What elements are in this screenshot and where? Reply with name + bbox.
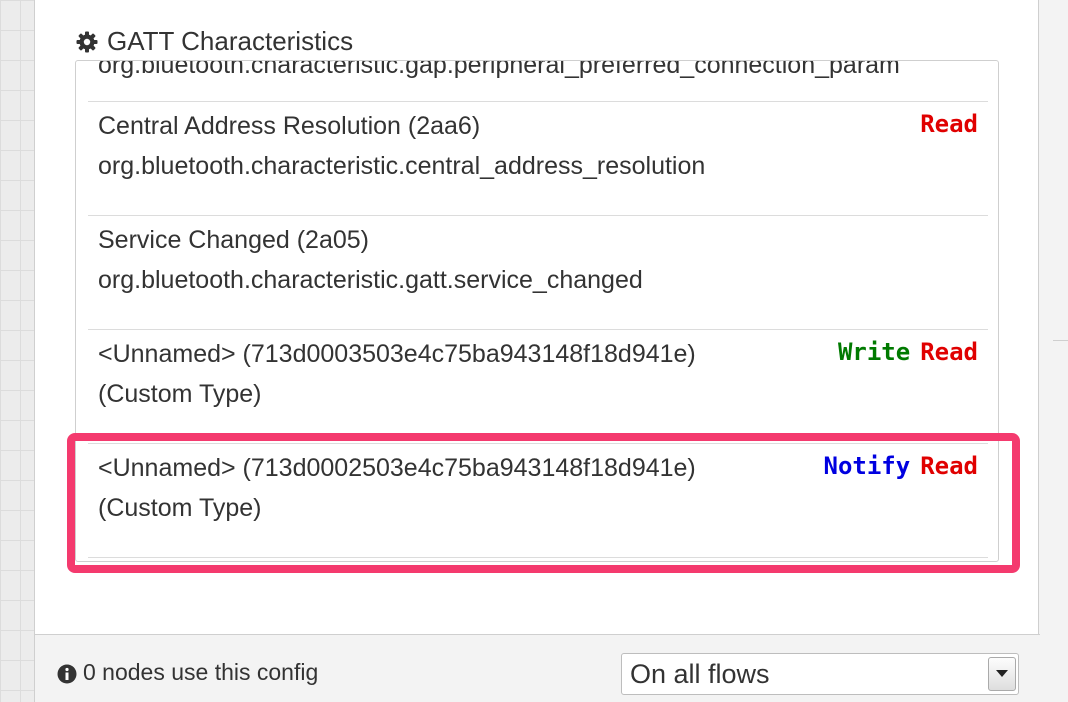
dialog-footer: 0 nodes use this config On all flows <box>35 634 1040 702</box>
usage-text: 0 nodes use this config <box>83 659 319 685</box>
gear-icon <box>75 30 99 54</box>
characteristic-type: org.bluetooth.characteristic.gatt.servic… <box>98 266 643 294</box>
list-item-partial[interactable]: org.bluetooth.characteristic.gap.periphe… <box>98 61 900 80</box>
notify-badge[interactable]: Notify <box>824 452 911 480</box>
read-badge[interactable]: Read <box>920 110 978 138</box>
list-item[interactable]: <Unnamed> (713d0003503e4c75ba943148f18d9… <box>88 330 988 444</box>
write-badge[interactable]: Write <box>838 338 910 366</box>
characteristic-properties: Read <box>920 110 978 138</box>
characteristic-name: Service Changed (2a05) <box>98 226 369 254</box>
read-badge[interactable]: Read <box>920 452 978 480</box>
characteristic-type: (Custom Type) <box>98 380 262 408</box>
characteristic-type: (Custom Type) <box>98 494 262 522</box>
scope-select[interactable]: On all flows <box>621 653 1019 695</box>
list-item[interactable]: Service Changed (2a05) org.bluetooth.cha… <box>88 216 988 330</box>
section-title: GATT Characteristics <box>107 26 354 56</box>
usage-info: 0 nodes use this config <box>57 659 318 686</box>
chevron-down-icon[interactable] <box>988 657 1016 691</box>
characteristic-name: <Unnamed> (713d0003503e4c75ba943148f18d9… <box>98 340 696 368</box>
list-item[interactable]: Central Address Resolution (2aa6) org.bl… <box>88 102 988 216</box>
list-item-selected[interactable]: <Unnamed> (713d0002503e4c75ba943148f18d9… <box>88 444 988 558</box>
sidebar-edge <box>1038 0 1068 702</box>
scope-value: On all flows <box>630 658 770 689</box>
characteristic-properties: Write Read <box>838 338 978 366</box>
config-dialog: GATT Characteristics org.bluetooth.chara… <box>34 0 1040 702</box>
characteristic-properties: Notify Read <box>824 452 979 480</box>
characteristic-name: Central Address Resolution (2aa6) <box>98 112 481 140</box>
characteristic-name: <Unnamed> (713d0002503e4c75ba943148f18d9… <box>98 454 696 482</box>
characteristics-list[interactable]: org.bluetooth.characteristic.gap.periphe… <box>75 60 999 562</box>
read-badge[interactable]: Read <box>920 338 978 366</box>
section-header: GATT Characteristics <box>75 26 353 57</box>
characteristic-type: org.bluetooth.characteristic.central_add… <box>98 152 706 180</box>
info-icon <box>57 663 77 683</box>
workspace-background <box>0 0 34 702</box>
